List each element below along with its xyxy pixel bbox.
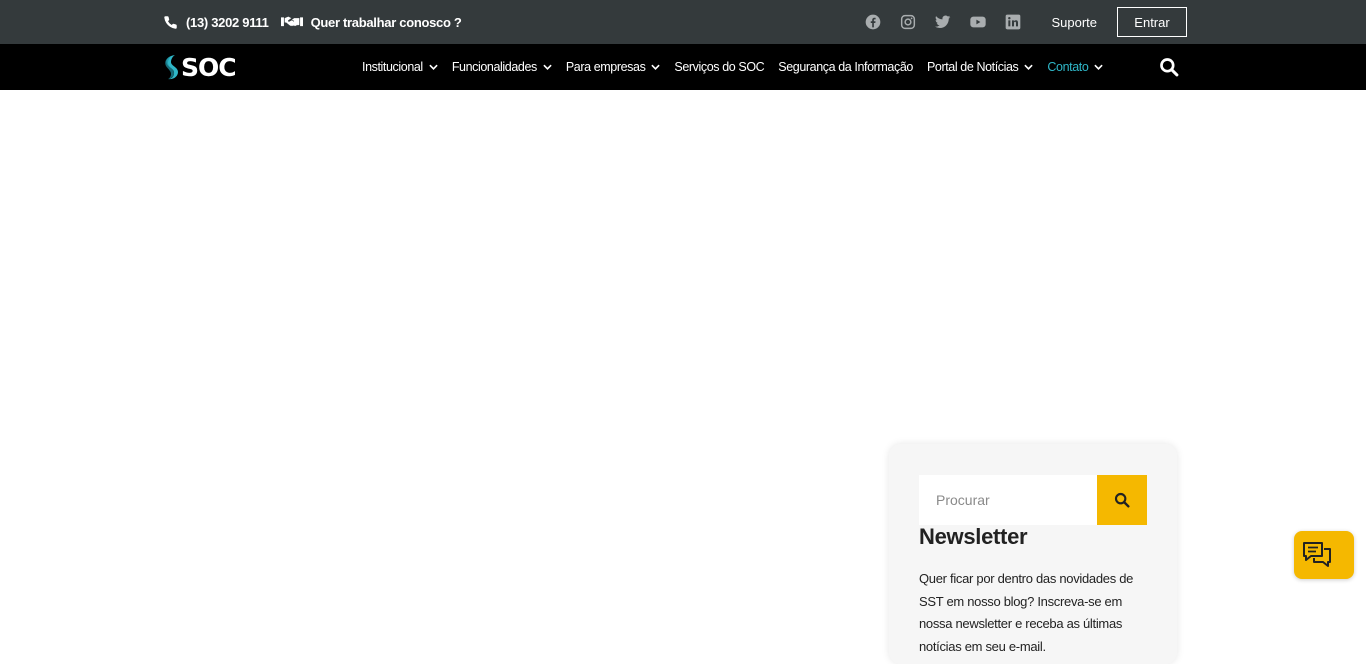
chat-icon (1303, 542, 1331, 567)
chevron-down-icon (1094, 64, 1104, 70)
chevron-down-icon (651, 64, 661, 70)
nav-item-funcionalidades[interactable]: Funcionalidades (452, 60, 552, 74)
chevron-down-icon (1024, 64, 1034, 70)
logo-text: SOC (181, 52, 237, 82)
top-right-bar: Suporte Entrar (865, 0, 1187, 44)
top-bar: (13) 3202 9111 Quer trabalhar conosco ? (0, 0, 1366, 44)
search-icon[interactable] (1159, 57, 1179, 77)
youtube-icon[interactable] (970, 14, 987, 30)
search-icon (1114, 492, 1130, 508)
nav-item-seguranca-da-informacao[interactable]: Segurança da Informação (778, 60, 913, 74)
nav-item-label: Contato (1047, 60, 1089, 74)
nav-item-label: Segurança da Informação (778, 60, 913, 74)
nav-item-institucional[interactable]: Institucional (362, 60, 438, 74)
linkedin-icon[interactable] (1005, 14, 1021, 30)
enter-button[interactable]: Entrar (1117, 7, 1187, 37)
facebook-icon[interactable] (865, 14, 881, 30)
nav-item-label: Portal de Notícias (926, 60, 1019, 74)
logo-wave-icon (165, 55, 178, 80)
nav-item-label: Institucional (362, 60, 423, 74)
nav-item-label: Para empresas (565, 60, 646, 74)
handshake-icon (280, 16, 303, 26)
instagram-icon[interactable] (900, 14, 916, 30)
newsletter-text: Quer ficar por dentro das novidades de S… (919, 571, 1134, 654)
search-input[interactable] (919, 475, 1097, 525)
main-nav: Institucional Funcionalidades Para empre… (362, 44, 1117, 90)
search-button[interactable] (1097, 475, 1147, 525)
nav-item-contato[interactable]: Contato (1047, 60, 1104, 74)
twitter-icon[interactable] (935, 14, 951, 30)
phone-link[interactable]: (13) 3202 9111 (163, 15, 269, 30)
phone-icon (164, 15, 177, 29)
sidebar-search (919, 475, 1147, 525)
main-navbar: SOC Institucional Funcionalidades Para e… (0, 44, 1366, 90)
logo[interactable]: SOC (163, 52, 237, 82)
work-with-us-label: Quer trabalhar conosco ? (310, 14, 462, 30)
support-link[interactable]: Suporte (1051, 15, 1097, 30)
top-contact-bar: (13) 3202 9111 Quer trabalhar conosco ? (163, 0, 462, 44)
nav-item-para-empresas[interactable]: Para empresas (566, 60, 661, 74)
chat-widget-button[interactable] (1294, 531, 1354, 579)
work-with-us-link[interactable]: Quer trabalhar conosco ? (280, 14, 462, 30)
nav-item-servicos-do-soc[interactable]: Serviços do SOC (674, 60, 764, 74)
nav-item-portal-de-noticias[interactable]: Portal de Notícias (926, 60, 1034, 74)
phone-number: (13) 3202 9111 (186, 14, 269, 30)
chevron-down-icon (429, 64, 438, 70)
newsletter-title: Newsletter (919, 524, 1028, 549)
sidebar-widget: Newsletter Quer ficar por dentro das nov… (889, 444, 1177, 664)
chevron-down-icon (543, 64, 552, 70)
nav-item-label: Funcionalidades (451, 60, 537, 74)
social-links (865, 14, 1021, 30)
nav-item-label: Serviços do SOC (674, 60, 765, 74)
